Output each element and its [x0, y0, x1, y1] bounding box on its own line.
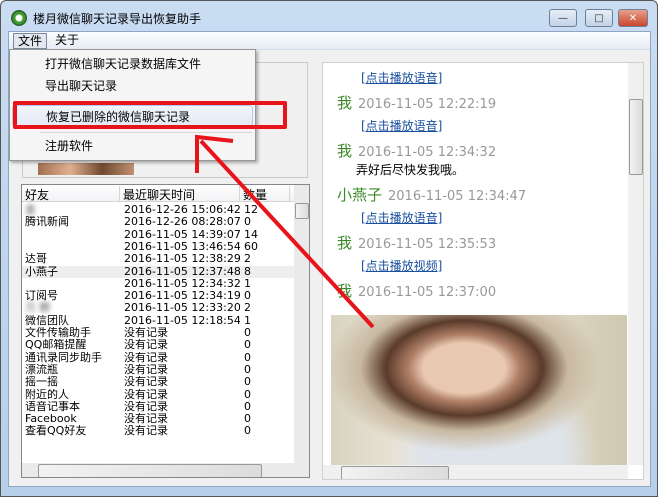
annotation-arrow-icon	[195, 134, 375, 329]
app-window: 楼月微信聊天记录导出恢复助手 — □ ✕ 文件 关于 好友 最近聊天时间 数量 …	[0, 0, 658, 497]
